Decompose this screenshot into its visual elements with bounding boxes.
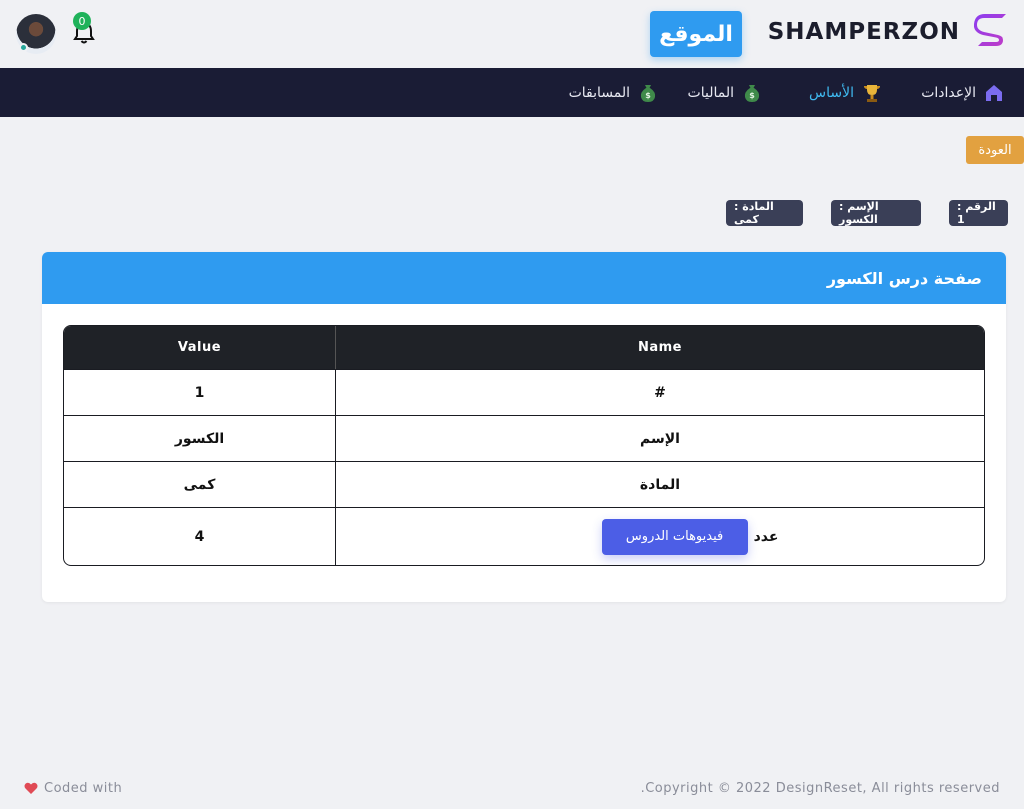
back-button[interactable]: العودة xyxy=(966,136,1024,164)
name-cell: # xyxy=(336,369,984,415)
money-bag-icon: $ xyxy=(744,84,760,102)
nav-label: المسابقات xyxy=(568,84,630,101)
nav-item-basics[interactable]: الأساس xyxy=(809,68,882,117)
nav-item-finances[interactable]: $ الماليات xyxy=(688,68,762,117)
main-navbar: الإعدادات الأساس $ الماليات $ المسابقات xyxy=(0,68,1024,117)
nav-label: الإعدادات xyxy=(921,84,976,101)
value-cell: 4 xyxy=(64,507,336,565)
brand-name: SHAMPERZON xyxy=(767,19,960,45)
name-cell: الإسم xyxy=(336,415,984,461)
value-cell: 1 xyxy=(64,369,336,415)
footer-coded-with: Coded with xyxy=(44,781,123,796)
online-status-dot xyxy=(19,43,28,52)
name-label: عدد xyxy=(753,528,779,545)
svg-text:$: $ xyxy=(749,91,755,100)
heart-icon xyxy=(24,782,38,794)
value-cell: كمى xyxy=(64,461,336,507)
home-icon xyxy=(986,84,1002,101)
table-row: 4 عدد فيديوهات الدروس xyxy=(64,507,984,565)
name-cell: المادة xyxy=(336,461,984,507)
nav-label: الماليات xyxy=(687,84,734,101)
footer-copyright: .Copyright © 2022 DesignReset, All right… xyxy=(640,781,1000,796)
nav-label: الأساس xyxy=(809,84,854,101)
table-row: كمى المادة xyxy=(64,461,984,507)
site-button[interactable]: الموقع xyxy=(650,11,742,57)
column-header-value: Value xyxy=(64,326,336,369)
lesson-number-chip: الرقم : 1 xyxy=(949,200,1008,226)
svg-text:$: $ xyxy=(645,91,651,100)
table-header-row: Value Name xyxy=(64,326,984,369)
lesson-details-table: Value Name 1 # الكسور الإسم كمى المادة 4 xyxy=(63,325,985,566)
nav-item-competitions[interactable]: $ المسابقات xyxy=(569,68,658,117)
top-header: SHAMPERZON الموقع 0 xyxy=(0,0,1024,68)
money-bag-icon: $ xyxy=(640,84,656,102)
lesson-videos-button[interactable]: فيديوهات الدروس xyxy=(601,518,748,555)
value-cell: الكسور xyxy=(64,415,336,461)
card-title: صفحة درس الكسور xyxy=(42,252,1006,304)
lesson-subject-chip: المادة : كمى xyxy=(726,200,803,226)
table-row: 1 # xyxy=(64,369,984,415)
trophy-icon xyxy=(864,84,880,102)
name-cell: عدد فيديوهات الدروس xyxy=(336,507,984,565)
lesson-card: صفحة درس الكسور Value Name 1 # الكسور ال… xyxy=(42,252,1006,602)
column-header-name: Name xyxy=(336,326,984,369)
lesson-name-chip: الإسم : الكسور xyxy=(831,200,921,226)
nav-item-settings[interactable]: الإعدادات xyxy=(921,68,1004,117)
table-row: الكسور الإسم xyxy=(64,415,984,461)
notification-badge: 0 xyxy=(73,12,91,30)
brand-logo-icon xyxy=(974,14,1006,46)
footer-credit: Coded with xyxy=(24,781,122,796)
brand[interactable]: SHAMPERZON xyxy=(768,14,1008,50)
